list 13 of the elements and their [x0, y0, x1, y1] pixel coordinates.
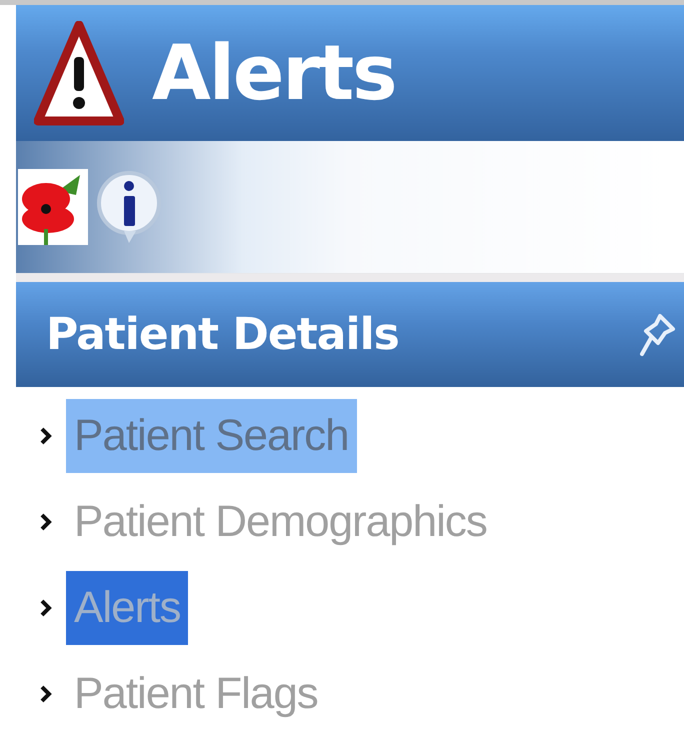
chevron-icon: [40, 513, 52, 532]
panel-title: Patient Details: [46, 309, 399, 360]
nav-link[interactable]: Patient Demographics: [66, 485, 495, 560]
pin-icon[interactable]: [640, 312, 676, 357]
warning-icon: [34, 20, 124, 126]
chevron-icon: [40, 599, 52, 618]
nav-link[interactable]: Alerts: [66, 571, 188, 646]
chevron-icon: [40, 427, 52, 446]
chevron-icon: [40, 685, 52, 704]
nav-link[interactable]: Patient Search: [66, 399, 357, 474]
page-title: Alerts: [152, 35, 396, 112]
poppy-icon[interactable]: [18, 169, 88, 246]
nav-link[interactable]: Patient Flags: [66, 657, 326, 732]
